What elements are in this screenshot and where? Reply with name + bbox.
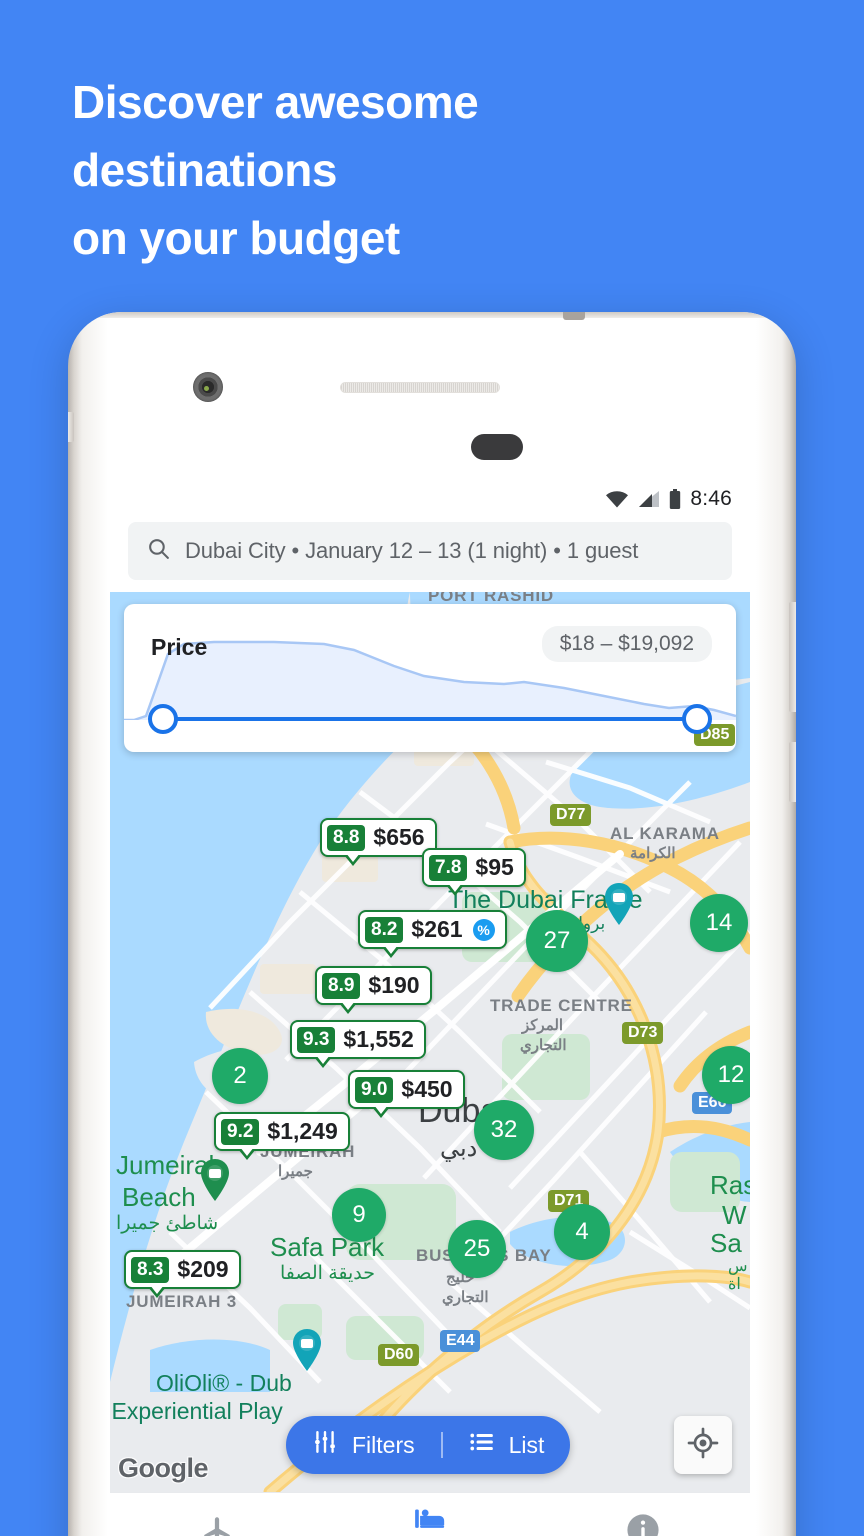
hero-headline: Discover awesome destinations on your bu… <box>72 68 672 272</box>
hotel-price-label: $1,249 <box>267 1118 338 1144</box>
map-cluster-marker[interactable]: 4 <box>554 1204 610 1260</box>
hotel-price-label: $261 <box>411 916 463 942</box>
beach-pin[interactable] <box>198 1158 232 1202</box>
info-icon <box>626 1513 660 1536</box>
price-filter-title: Price <box>151 634 208 660</box>
search-query-text: Dubai City • January 12 – 13 (1 night) •… <box>185 538 639 563</box>
status-bar: 8:46 <box>110 476 750 522</box>
rear-camera-icon <box>193 372 223 402</box>
phone-top-edge <box>78 312 786 318</box>
nav-item-flights[interactable] <box>110 1493 323 1536</box>
hotel-price-label: $190 <box>368 972 420 998</box>
filters-button[interactable]: Filters <box>286 1416 441 1474</box>
road-shield-icon: D60 <box>378 1344 420 1366</box>
hotel-price-label: $656 <box>373 824 425 850</box>
nav-item-info[interactable] <box>537 1493 750 1536</box>
min-price-handle[interactable] <box>148 704 178 734</box>
airplane-icon <box>200 1513 234 1536</box>
sim-tray <box>68 412 74 442</box>
earpiece-speaker <box>340 382 500 393</box>
bottom-navigation: Hotels <box>110 1492 750 1536</box>
hotel-price-marker[interactable]: 9.0 $450 <box>348 1070 465 1118</box>
hotel-rating-badge: 9.0 <box>355 1076 394 1103</box>
price-range-badge: $18 – $19,092 <box>541 626 712 662</box>
hero-line-2: destinations <box>72 144 337 196</box>
list-button-label: List <box>508 1431 545 1458</box>
hotel-rating-badge: 8.3 <box>131 1256 170 1283</box>
hotel-rating-badge: 9.2 <box>221 1118 260 1145</box>
sliders-icon <box>312 1429 338 1461</box>
map-canvas[interactable]: Price $18 – $19,092 PORT RASHID AL KARAMA… <box>110 592 750 1492</box>
price-filter-card[interactable]: Price $18 – $19,092 <box>124 604 736 752</box>
max-price-handle[interactable] <box>682 704 712 734</box>
search-container: Dubai City • January 12 – 13 (1 night) •… <box>110 522 750 592</box>
google-attribution: Google <box>118 1453 209 1483</box>
search-input[interactable]: Dubai City • January 12 – 13 (1 night) •… <box>128 522 732 580</box>
hero-line-3: on your budget <box>72 212 400 264</box>
hotel-price-label: $95 <box>475 854 514 880</box>
map-cluster-marker[interactable]: 25 <box>448 1220 506 1278</box>
map-cluster-marker[interactable]: 32 <box>474 1100 534 1160</box>
road-shield-icon: E44 <box>440 1330 481 1352</box>
road-shield-icon: D73 <box>622 1022 664 1044</box>
hotel-rating-badge: 8.2 <box>365 916 404 943</box>
cellular-signal-icon <box>638 490 660 508</box>
hotel-rating-badge: 8.8 <box>327 824 366 851</box>
map-action-pill: Filters List <box>286 1416 571 1474</box>
camera-viewpoint-pin[interactable] <box>602 882 636 926</box>
hotel-price-label: $209 <box>177 1256 229 1282</box>
hotel-rating-badge: 9.3 <box>297 1026 336 1053</box>
map-cluster-marker[interactable]: 14 <box>690 894 748 952</box>
power-button[interactable] <box>789 742 796 802</box>
list-button[interactable]: List <box>443 1416 571 1474</box>
map-cluster-marker[interactable]: 9 <box>332 1188 386 1242</box>
hero-line-1: Discover awesome <box>72 76 479 128</box>
hotel-price-marker[interactable]: 8.9 $190 <box>315 966 432 1014</box>
phone-mockup: 8:46 Dubai City • January 12 – 13 (1 nig… <box>68 312 796 1536</box>
phone-antenna-notch <box>563 312 585 320</box>
hotel-rating-badge: 8.9 <box>322 972 361 999</box>
battery-full-icon <box>669 489 681 509</box>
hotel-price-marker[interactable]: 8.2 $261% <box>358 910 507 958</box>
front-camera-icon <box>471 434 523 460</box>
status-bar-clock: 8:46 <box>690 487 732 510</box>
road-shield-icon: D77 <box>550 804 592 826</box>
list-icon <box>469 1429 495 1461</box>
map-cluster-marker[interactable]: 27 <box>526 910 588 972</box>
wifi-icon <box>605 490 629 508</box>
phone-screen: 8:46 Dubai City • January 12 – 13 (1 nig… <box>110 476 750 1536</box>
hotel-rating-badge: 7.8 <box>429 854 468 881</box>
filters-button-label: Filters <box>352 1431 415 1458</box>
percent-discount-icon: % <box>472 918 495 941</box>
hotel-bed-icon <box>413 1501 447 1536</box>
search-icon <box>146 536 171 566</box>
hotel-price-marker[interactable]: 8.3 $209 <box>124 1250 241 1298</box>
hotel-price-marker[interactable]: 7.8 $95 <box>422 848 526 896</box>
museum-pin[interactable] <box>290 1328 324 1372</box>
hotel-price-label: $450 <box>401 1076 453 1102</box>
volume-button[interactable] <box>789 602 796 712</box>
nav-item-hotels[interactable]: Hotels <box>323 1493 536 1536</box>
my-location-icon <box>687 1427 719 1464</box>
price-slider-track[interactable] <box>162 717 698 721</box>
hotel-price-marker[interactable]: 9.2 $1,249 <box>214 1112 350 1160</box>
hotel-price-marker[interactable]: 9.3 $1,552 <box>290 1020 426 1068</box>
my-location-button[interactable] <box>674 1416 732 1474</box>
hotel-price-marker[interactable]: 8.8 $656 <box>320 818 437 866</box>
map-cluster-marker[interactable]: 2 <box>212 1048 268 1104</box>
hotel-price-label: $1,552 <box>343 1026 414 1052</box>
